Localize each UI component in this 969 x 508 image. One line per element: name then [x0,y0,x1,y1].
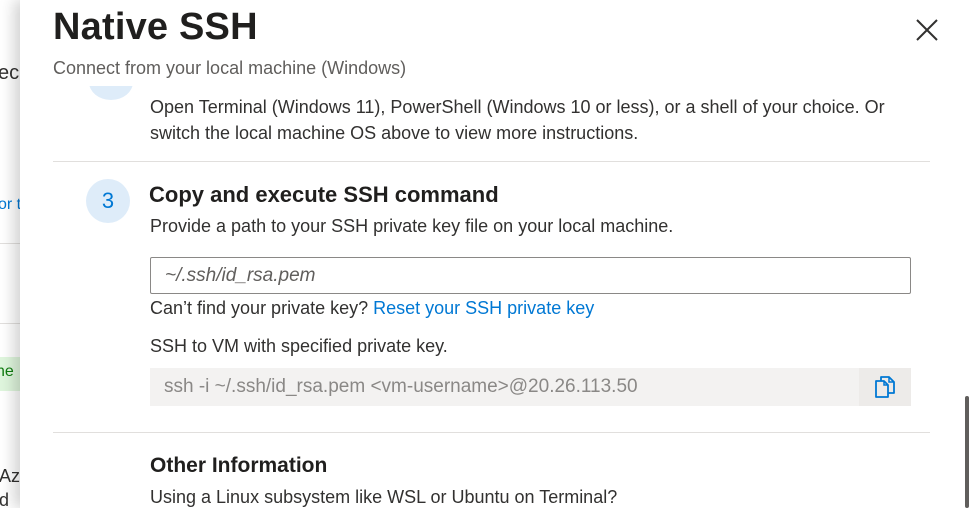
step-2-instructions: Open Terminal (Windows 11), PowerShell (… [150,97,885,143]
background-link-fragment[interactable]: or t [0,196,21,214]
step-3-description: Provide a path to your SSH private key f… [150,216,674,236]
background-status-fragment: ne [0,363,14,380]
copy-command-button[interactable] [859,368,911,406]
private-key-path-input[interactable] [150,257,911,294]
section-divider [53,161,930,162]
copy-icon [875,376,895,398]
close-button[interactable] [913,16,941,44]
section-divider [53,432,930,433]
native-ssh-panel: Native SSH Connect from your local machi… [20,0,969,508]
page-subtitle: Connect from your local machine (Windows… [53,58,407,78]
ssh-command-field[interactable]: ssh -i ~/.ssh/id_rsa.pem <vm-username>@2… [150,368,859,406]
private-key-help: Can’t find your private key? Reset your … [150,298,594,319]
background-text-fragment: d [0,490,10,508]
background-status-banner: ne [0,357,20,391]
background-divider [0,323,20,324]
panel-scrollbar[interactable] [965,396,969,508]
other-information-heading: Other Information [150,454,328,477]
background-divider [0,243,20,244]
page-title: Native SSH [53,6,258,48]
background-heading-fragment: ec [0,62,20,84]
background-page: ec or t ne Az d [0,0,22,508]
private-key-help-text: Can’t find your private key? [150,298,374,318]
step-3-title: Copy and execute SSH command [149,182,499,207]
close-icon [916,19,938,41]
step-3-circle: 3 [86,179,130,223]
ssh-command-label: SSH to VM with specified private key. [150,336,448,356]
other-information-text: Using a Linux subsystem like WSL or Ubun… [150,487,618,507]
background-text-fragment: Az [0,466,21,486]
reset-ssh-key-link[interactable]: Reset your SSH private key [373,298,594,318]
